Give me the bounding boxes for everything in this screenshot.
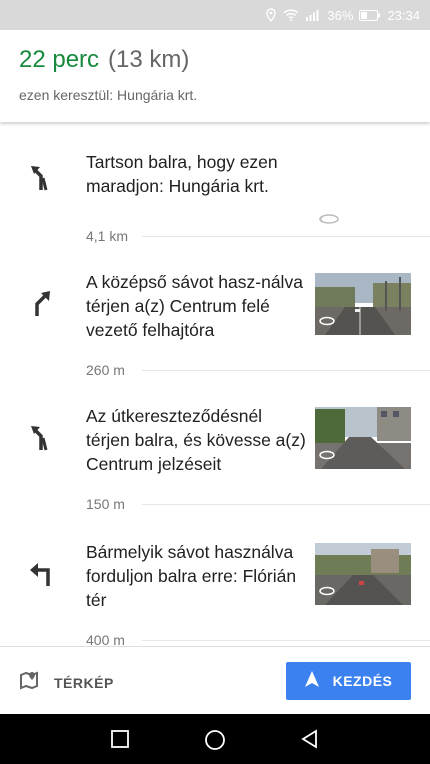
system-nav-bar xyxy=(0,714,430,764)
wifi-icon xyxy=(283,9,299,21)
recent-apps-icon[interactable] xyxy=(110,729,130,754)
navigation-arrow-icon xyxy=(304,670,319,692)
direction-text: Tartson balra, hogy ezen maradjon: Hungá… xyxy=(86,152,278,196)
directions-list[interactable]: Tartson balra, hogy ezen maradjon: Hungá… xyxy=(0,122,430,646)
start-navigation-button[interactable]: KEZDÉS xyxy=(286,662,411,700)
map-button[interactable]: TÉRKÉP xyxy=(18,669,114,696)
keep-left-icon xyxy=(26,422,56,452)
direction-distance: 260 m xyxy=(86,362,125,378)
route-via: ezen keresztül: Hungária krt. xyxy=(19,87,198,103)
home-icon[interactable] xyxy=(204,729,226,756)
bottom-action-bar: TÉRKÉP KEZDÉS xyxy=(0,646,430,714)
street-view-thumbnail[interactable] xyxy=(315,273,411,335)
direction-distance: 4,1 km xyxy=(86,228,129,244)
direction-distance: 400 m xyxy=(86,632,125,646)
keep-left-icon xyxy=(26,162,56,192)
street-view-thumbnail[interactable] xyxy=(315,543,411,605)
street-view-360-icon[interactable] xyxy=(318,212,340,230)
location-icon xyxy=(265,8,277,22)
direction-distance: 150 m xyxy=(86,496,125,512)
direction-text: Az útkereszteződésnél térjen balra, és k… xyxy=(86,406,306,474)
map-pin-icon xyxy=(18,669,40,696)
clock: 23:34 xyxy=(387,7,420,23)
back-icon[interactable] xyxy=(300,729,320,754)
battery-icon xyxy=(359,9,381,21)
divider xyxy=(142,640,430,641)
route-summary: 22 perc (13 km) ezen keresztül: Hungária… xyxy=(0,30,430,122)
start-button-label: KEZDÉS xyxy=(332,673,393,689)
divider xyxy=(142,370,430,371)
status-bar: 36% 23:34 xyxy=(0,0,430,30)
map-button-label: TÉRKÉP xyxy=(54,674,114,691)
trip-duration: 22 perc xyxy=(19,46,100,73)
divider xyxy=(142,504,430,505)
turn-left-icon xyxy=(26,558,56,588)
street-view-thumbnail[interactable] xyxy=(315,407,411,469)
direction-text: A középső sávot hasz-nálva térjen a(z) C… xyxy=(86,272,303,340)
direction-text: Bármelyik sávot használva forduljon balr… xyxy=(86,542,297,610)
slight-right-icon xyxy=(26,288,56,318)
battery-percent: 36% xyxy=(327,7,354,23)
trip-distance: (13 km) xyxy=(108,46,190,73)
signal-icon xyxy=(305,9,321,21)
divider xyxy=(142,236,430,237)
